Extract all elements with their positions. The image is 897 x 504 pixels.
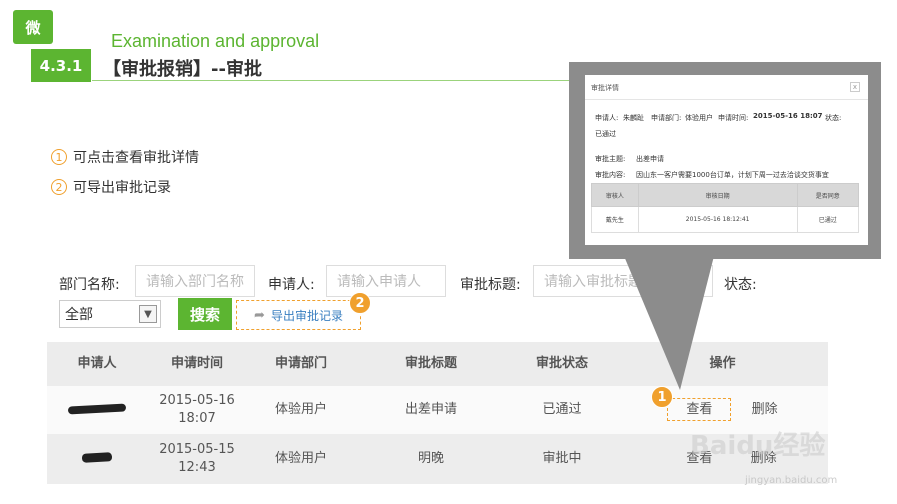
callout-marker-1: 1 bbox=[651, 386, 673, 408]
dialog-subject: 出差申请 bbox=[636, 155, 664, 163]
dialog-divider bbox=[585, 99, 868, 100]
dialog-content-label: 审批内容: bbox=[595, 171, 626, 179]
dialog-time: 2015-05-16 18:07 bbox=[753, 112, 823, 120]
dialog-content: 因山东一客户需要1000台订单，计划下周一过去洽谈交货事宜 bbox=[636, 171, 829, 179]
review-column-header: 审核日期 bbox=[637, 183, 798, 207]
dialog-dept: 体验用户 bbox=[685, 114, 713, 122]
dialog-applicant-label: 申请人: bbox=[595, 114, 619, 122]
review-result-cell: 已通过 bbox=[796, 206, 860, 233]
review-column-header: 审核人 bbox=[591, 183, 639, 207]
dialog-subject-label: 审批主题: bbox=[595, 155, 626, 163]
dialog-status-label: 状态: bbox=[825, 114, 842, 122]
close-icon[interactable]: x bbox=[850, 82, 860, 92]
dialog-title: 审批详情 bbox=[591, 84, 619, 92]
watermark-logo: Baidu经验 bbox=[690, 431, 826, 461]
reviewer-cell: 戴先生 bbox=[591, 206, 639, 233]
review-column-header: 是否同意 bbox=[796, 183, 860, 207]
approval-detail-dialog: 审批详情 x 申请人: 朱麟趾 申请部门: 体验用户 申请时间: 2015-05… bbox=[585, 75, 868, 245]
dialog-applicant: 朱麟趾 bbox=[623, 114, 644, 122]
watermark-url: jingyan.baidu.com bbox=[745, 475, 838, 486]
review-date-cell: 2015-05-16 18:12:41 bbox=[637, 206, 798, 233]
dialog-status: 已通过 bbox=[595, 130, 616, 138]
dialog-review-table: 审核人 审核日期 是否同意 戴先生 2015-05-16 18:12:41 已通… bbox=[591, 183, 860, 233]
dialog-time-label: 申请时间: bbox=[718, 114, 749, 122]
dialog-dept-label: 申请部门: bbox=[651, 114, 682, 122]
